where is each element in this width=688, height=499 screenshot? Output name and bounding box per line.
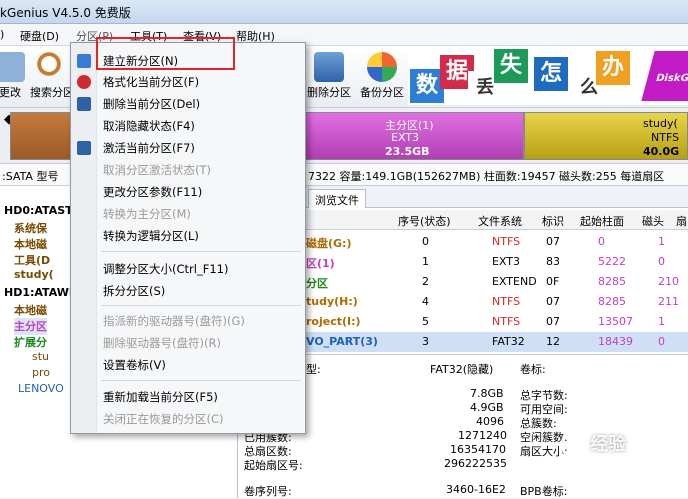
- menu-item[interactable]: 调整分区大小(Ctrl_F11): [103, 261, 228, 277]
- cell-seq: 0: [422, 235, 429, 248]
- disk-partition-main[interactable]: 主分区(1) EXT3 23.5GB: [298, 112, 524, 160]
- cell-name: 磁盘(G:): [306, 237, 352, 250]
- tree-item[interactable]: stu: [32, 350, 49, 367]
- tab-browse-files[interactable]: 浏览文件: [308, 189, 366, 208]
- cell-head: 1: [658, 315, 665, 328]
- menu-item: 删除驱动器号(盘符)(R): [103, 336, 221, 350]
- cell-id: 83: [546, 255, 560, 268]
- tree-item[interactable]: pro: [32, 366, 50, 383]
- cell-name: 区(1): [306, 257, 335, 270]
- cell-seq: 4: [422, 295, 429, 308]
- cell-id: 12: [546, 335, 560, 348]
- tree-item[interactable]: LENOVO: [18, 382, 64, 399]
- tree-item[interactable]: study(: [14, 268, 54, 285]
- cell-cyl: 5222: [598, 255, 626, 268]
- menu-item[interactable]: 重新加载当前分区(F5): [103, 389, 218, 405]
- cell-id: 07: [546, 295, 560, 308]
- tree-hd1[interactable]: HD1:ATAWI: [4, 286, 73, 303]
- menu-item[interactable]: 格式化当前分区(F): [103, 74, 199, 90]
- tree-item[interactable]: 本地磁: [14, 302, 47, 319]
- partition-context-menu: 建立新分区(N) 格式化当前分区(F) 删除当前分区(Del) 取消隐藏状态(F4) 激…: [70, 42, 306, 434]
- cell-cyl: 8285: [598, 275, 626, 288]
- cell-head: 0: [658, 255, 665, 268]
- menu-item[interactable]: 更改分区参数(F11): [103, 184, 202, 200]
- cell-id: 07: [546, 235, 560, 248]
- search-partition-button[interactable]: 搜索分区: [28, 52, 76, 104]
- cell-seq: 5: [422, 315, 429, 328]
- delete-icon: [77, 97, 91, 111]
- backup-disc-icon: [367, 52, 397, 82]
- watermark: 经验: [560, 430, 680, 480]
- cell-fs: NTFS: [492, 295, 521, 308]
- change-icon: [0, 52, 25, 82]
- cell-head: 211: [658, 295, 679, 308]
- title-bar: kGenius V4.5.0 免费版: [0, 0, 688, 24]
- cell-cyl: 0: [598, 235, 605, 248]
- cell-id: 0F: [546, 275, 560, 288]
- diskgenius-logo: DiskG: [641, 51, 688, 101]
- cell-fs: NTFS: [492, 315, 521, 328]
- magnifier-icon: [37, 52, 67, 82]
- cell-name: VO_PART(3): [306, 335, 378, 348]
- cell-seq: 3: [422, 335, 429, 348]
- change-button[interactable]: 更改: [0, 52, 26, 104]
- cell-fs: EXT3: [492, 255, 521, 268]
- menu-disk[interactable]: 硬盘(D): [20, 28, 59, 44]
- menu-item[interactable]: 激活当前分区(F7): [103, 140, 195, 156]
- new-partition-icon: [77, 54, 91, 68]
- activate-icon: [77, 141, 91, 155]
- menu-item[interactable]: 删除当前分区(Del): [103, 96, 200, 112]
- tree-item[interactable]: 系统保: [14, 220, 47, 237]
- paw-icon: [560, 433, 584, 457]
- menu-separator: [101, 251, 301, 252]
- tree-item[interactable]: 本地磁: [14, 236, 47, 253]
- cell-name: tudy(H:): [306, 295, 358, 308]
- tree-hd0[interactable]: HD0:ATAST: [4, 204, 73, 221]
- cell-seq: 2: [422, 275, 429, 288]
- cell-cyl: 13507: [598, 315, 633, 328]
- cell-cyl: 18439: [598, 335, 633, 348]
- cell-seq: 1: [422, 255, 429, 268]
- backup-partition-button[interactable]: 备份分区: [356, 52, 408, 104]
- menu-item[interactable]: 取消隐藏状态(F4): [103, 118, 195, 134]
- cell-fs: FAT32: [492, 335, 525, 348]
- cell-cyl: 8285: [598, 295, 626, 308]
- menu-item: 指派新的驱动器号(盘符)(G): [103, 314, 245, 328]
- cell-fs: NTFS: [492, 235, 521, 248]
- promo-banner[interactable]: 数 据 丢 失 怎 么 办 DiskG: [408, 47, 688, 105]
- cell-head: 1: [658, 235, 665, 248]
- menu-file-fragment[interactable]: ): [0, 28, 4, 41]
- menu-item: 取消分区激活状态(T): [103, 163, 211, 177]
- menu-item: 转换为主分区(M): [103, 207, 191, 221]
- menu-separator: [101, 380, 301, 381]
- highlight-box: [96, 37, 235, 70]
- cell-fs: EXTEND: [492, 275, 537, 288]
- cell-head: 210: [658, 275, 679, 288]
- tree-item[interactable]: 扩展分: [14, 334, 47, 351]
- cell-name: roject(I:): [306, 315, 361, 328]
- menu-item[interactable]: 设置卷标(V): [103, 357, 166, 373]
- disk-partition-study[interactable]: study( NTFS 40.0G: [524, 112, 688, 160]
- tree-item-main-partition[interactable]: 主分区: [14, 318, 47, 335]
- cell-id: 07: [546, 315, 560, 328]
- menu-separator: [101, 305, 301, 306]
- window-title: kGenius V4.5.0 免费版: [0, 6, 131, 20]
- tree-item[interactable]: 工具(D: [14, 252, 50, 269]
- menu-item: 关闭正在恢复的分区(C): [103, 412, 224, 426]
- menu-item[interactable]: 转换为逻辑分区(L): [103, 228, 199, 244]
- delete-partition-button[interactable]: 删除分区: [304, 52, 354, 104]
- cell-head: 0: [658, 335, 665, 348]
- trash-icon: [314, 52, 344, 82]
- cell-name: 分区: [306, 277, 328, 290]
- format-icon: [77, 75, 91, 89]
- menu-item[interactable]: 拆分分区(S): [103, 283, 165, 299]
